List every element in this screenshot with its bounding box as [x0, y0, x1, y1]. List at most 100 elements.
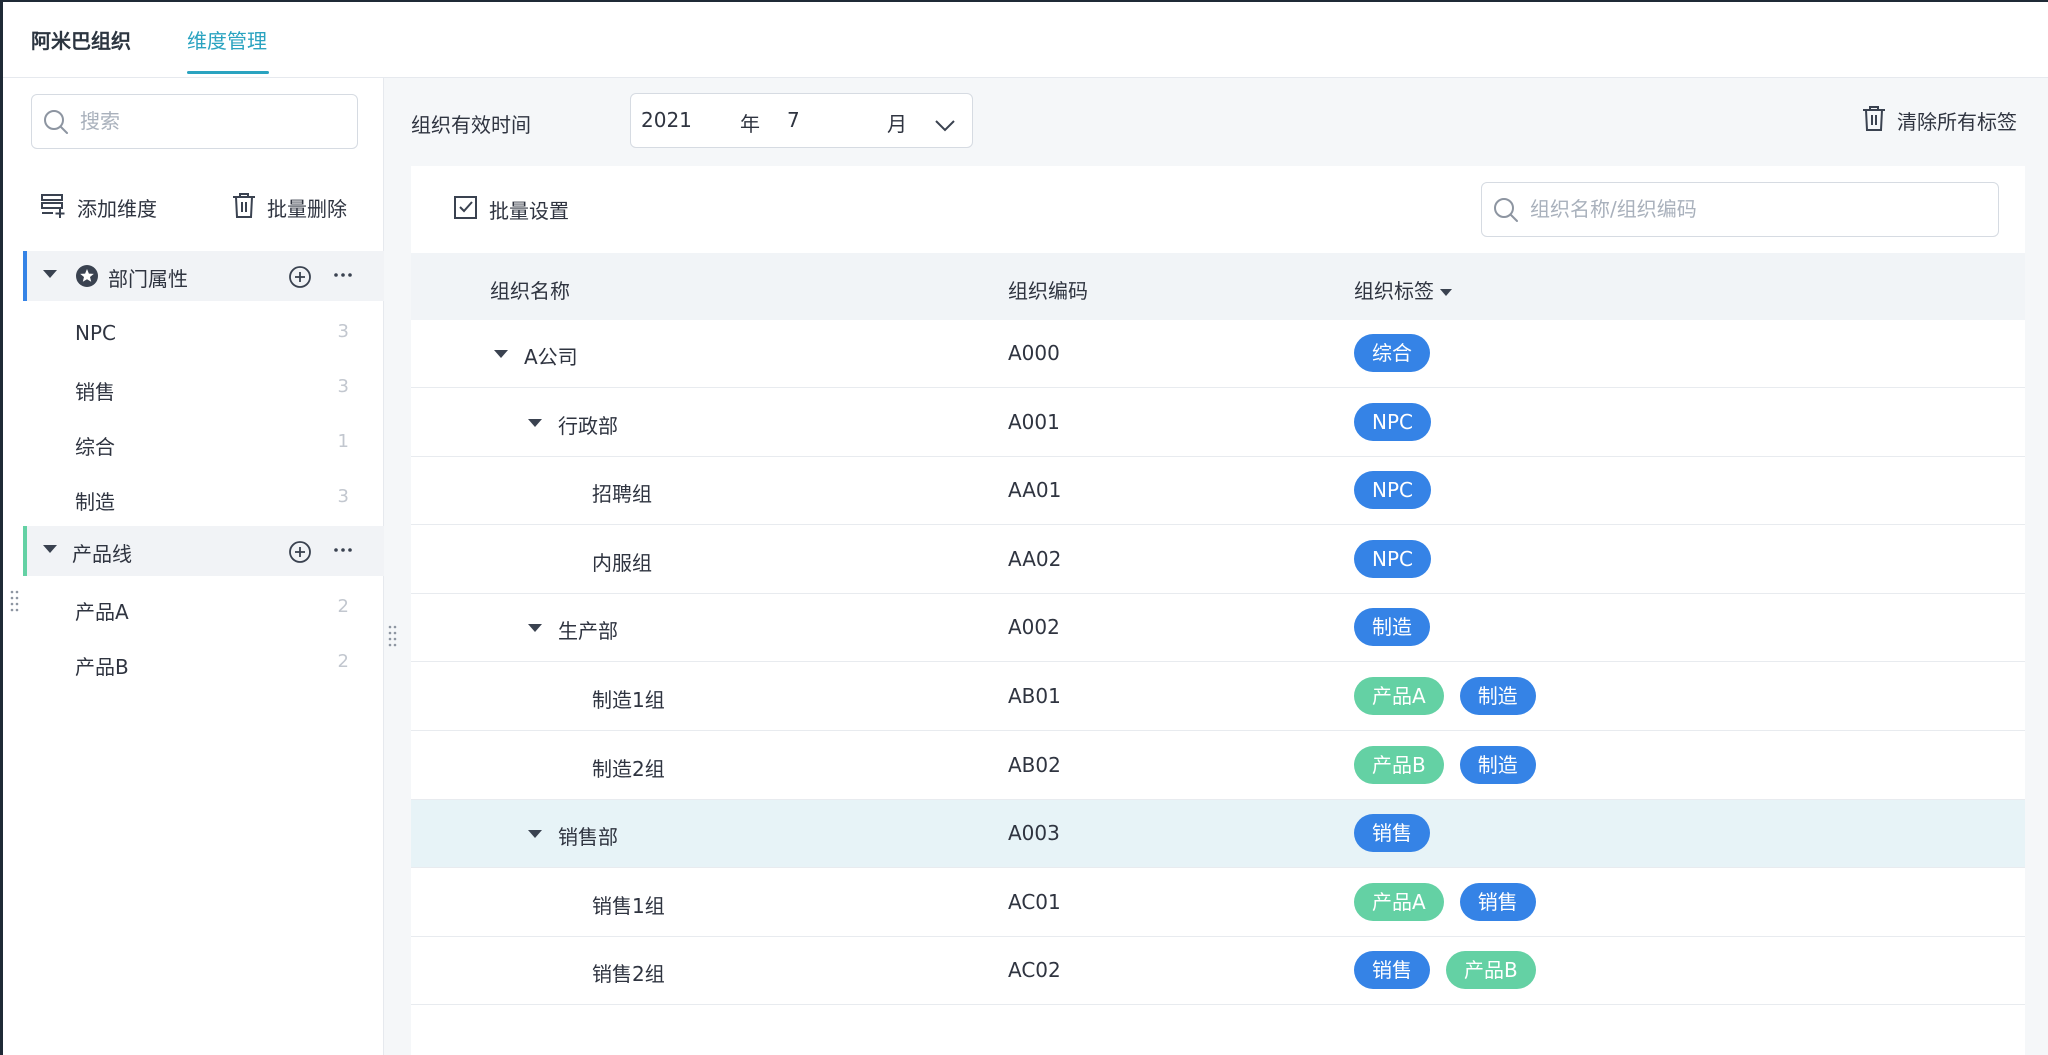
- org-code-cell: AB01: [1008, 684, 1061, 708]
- org-name-cell: 内服组: [592, 550, 652, 575]
- tag-badge[interactable]: 产品A: [1354, 677, 1444, 715]
- month-picker[interactable]: 2021 年 7 月: [630, 93, 973, 148]
- tag-badge[interactable]: 销售: [1459, 882, 1536, 921]
- org-code-cell: A003: [1008, 821, 1060, 846]
- tag-badge[interactable]: 制造: [1354, 608, 1430, 647]
- app-window: 阿米巴组织 维度管理 添加维度 批量删除: [0, 0, 2048, 1055]
- expand-caret-icon[interactable]: [528, 624, 542, 633]
- table-header: 组织名称 组织编码 组织标签: [411, 253, 2025, 320]
- dimension-item-count: 1: [337, 431, 349, 452]
- table-row[interactable]: 销售1组 AC01 产品A 销售: [411, 869, 2025, 937]
- dimension-sidebar: 添加维度 批量删除 部门属性 NPC 3: [3, 78, 384, 1055]
- group-label: 部门属性: [108, 267, 188, 291]
- tag-badge[interactable]: 制造: [1459, 677, 1536, 715]
- org-name-cell: 销售2组: [592, 962, 665, 987]
- tag-badge[interactable]: NPC: [1354, 402, 1431, 441]
- clear-all-tags-button[interactable]: 清除所有标签: [1861, 104, 2017, 137]
- picker-month-unit: 月: [887, 112, 907, 136]
- dimension-item[interactable]: 产品A 2: [75, 596, 355, 636]
- collapse-caret-icon[interactable]: [43, 545, 57, 553]
- org-tags-cell: NPC: [1354, 471, 1447, 510]
- tag-badge[interactable]: 产品B: [1354, 745, 1444, 784]
- dimension-group-product-line[interactable]: 产品线: [23, 526, 384, 576]
- tag-badge[interactable]: 制造: [1459, 745, 1536, 784]
- table-row[interactable]: 内服组 AA02 NPC: [411, 526, 2025, 594]
- org-name-cell: 销售部: [558, 825, 618, 850]
- tag-badge[interactable]: 产品A: [1354, 882, 1444, 921]
- tag-badge[interactable]: NPC: [1354, 471, 1431, 510]
- org-tags-cell: 产品A 制造: [1354, 677, 1552, 715]
- tag-badge[interactable]: 产品B: [1446, 951, 1536, 990]
- group-accent-bar: [23, 251, 27, 301]
- collapse-caret-icon[interactable]: [43, 270, 57, 278]
- org-search: [1481, 182, 1999, 237]
- add-circle-icon[interactable]: [288, 265, 312, 293]
- dimension-item[interactable]: 制造 3: [75, 486, 355, 526]
- dimension-item[interactable]: NPC 3: [75, 321, 355, 361]
- table-row[interactable]: 销售部 A003 销售: [411, 800, 2025, 869]
- dimension-item-count: 2: [337, 596, 349, 617]
- org-tags-cell: 销售: [1354, 814, 1446, 853]
- table-row[interactable]: 制造1组 AB01 产品A 制造: [411, 663, 2025, 731]
- batch-delete-button[interactable]: 批量删除: [231, 190, 347, 224]
- org-tags-cell: 制造: [1354, 608, 1446, 647]
- sidebar-resize-handle-icon[interactable]: [388, 625, 398, 647]
- table-row[interactable]: 制造2组 AB02 产品B 制造: [411, 732, 2025, 800]
- dimension-item-count: 3: [337, 376, 349, 397]
- chevron-down-icon: [934, 114, 956, 138]
- dimension-group-department[interactable]: 部门属性: [23, 251, 384, 301]
- picker-year-unit: 年: [740, 112, 760, 136]
- filter-caret-icon[interactable]: [1440, 289, 1452, 296]
- dimension-item[interactable]: 销售 3: [75, 376, 355, 416]
- org-name-cell: 制造1组: [592, 688, 665, 712]
- search-icon: [1492, 196, 1520, 228]
- sidebar-search-input[interactable]: [80, 103, 340, 139]
- batch-settings-button[interactable]: 批量设置: [453, 194, 569, 225]
- column-header-org-code: 组织编码: [1008, 279, 1088, 303]
- table-row[interactable]: 招聘组 AA01 NPC: [411, 457, 2025, 526]
- batch-delete-label: 批量删除: [267, 196, 347, 221]
- column-header-org-tags[interactable]: 组织标签: [1354, 275, 1452, 304]
- org-search-input[interactable]: [1530, 191, 1980, 227]
- left-resize-handle-icon[interactable]: [10, 590, 20, 612]
- column-header-org-name: 组织名称: [490, 279, 570, 303]
- org-name-cell: A公司: [524, 345, 578, 369]
- org-name-cell: 行政部: [558, 413, 618, 438]
- add-circle-icon[interactable]: [288, 540, 312, 568]
- org-table-panel: 批量设置 组织名称 组织编码 组织标签 A公司A000综合行政部A001NPC招…: [411, 166, 2025, 1055]
- org-code-cell: AC02: [1008, 958, 1061, 983]
- dimension-item-count: 2: [337, 651, 349, 672]
- tag-badge[interactable]: 销售: [1354, 951, 1430, 990]
- tab-amoeba-org[interactable]: 阿米巴组织: [31, 28, 131, 54]
- search-icon: [42, 108, 70, 140]
- dimension-item[interactable]: 综合 1: [75, 431, 355, 471]
- table-row[interactable]: 生产部 A002 制造: [411, 594, 2025, 663]
- expand-caret-icon[interactable]: [528, 830, 542, 839]
- tab-dimension-management[interactable]: 维度管理: [187, 28, 267, 54]
- dimension-item-label: 产品B: [75, 655, 129, 679]
- table-row[interactable]: A公司 A000 综合: [411, 320, 2025, 388]
- top-tab-bar: 阿米巴组织 维度管理: [3, 2, 2048, 78]
- expand-caret-icon[interactable]: [494, 350, 508, 358]
- batch-settings-label: 批量设置: [489, 199, 569, 223]
- add-dimension-label: 添加维度: [77, 196, 157, 221]
- org-tags-cell: NPC: [1354, 402, 1447, 441]
- table-row[interactable]: 销售2组 AC02 销售 产品B: [411, 937, 2025, 1006]
- dimension-item-count: 3: [337, 321, 349, 342]
- trash-icon: [231, 191, 267, 224]
- tag-badge[interactable]: 销售: [1354, 814, 1430, 853]
- expand-caret-icon[interactable]: [528, 418, 542, 427]
- table-row[interactable]: 行政部 A001 NPC: [411, 389, 2025, 457]
- org-name-cell: 销售1组: [592, 893, 665, 918]
- add-dimension-button[interactable]: 添加维度: [39, 190, 157, 224]
- group-accent-bar: [23, 526, 27, 576]
- org-code-cell: AC01: [1008, 889, 1061, 914]
- more-options-icon[interactable]: [333, 540, 353, 565]
- more-options-icon[interactable]: [333, 265, 353, 290]
- org-name-cell: 制造2组: [592, 756, 665, 781]
- tag-badge[interactable]: NPC: [1354, 539, 1431, 578]
- column-header-org-tags-label: 组织标签: [1354, 279, 1434, 303]
- dimension-item[interactable]: 产品B 2: [75, 651, 355, 691]
- tag-badge[interactable]: 综合: [1354, 334, 1430, 372]
- org-name-cell: 招聘组: [592, 482, 652, 507]
